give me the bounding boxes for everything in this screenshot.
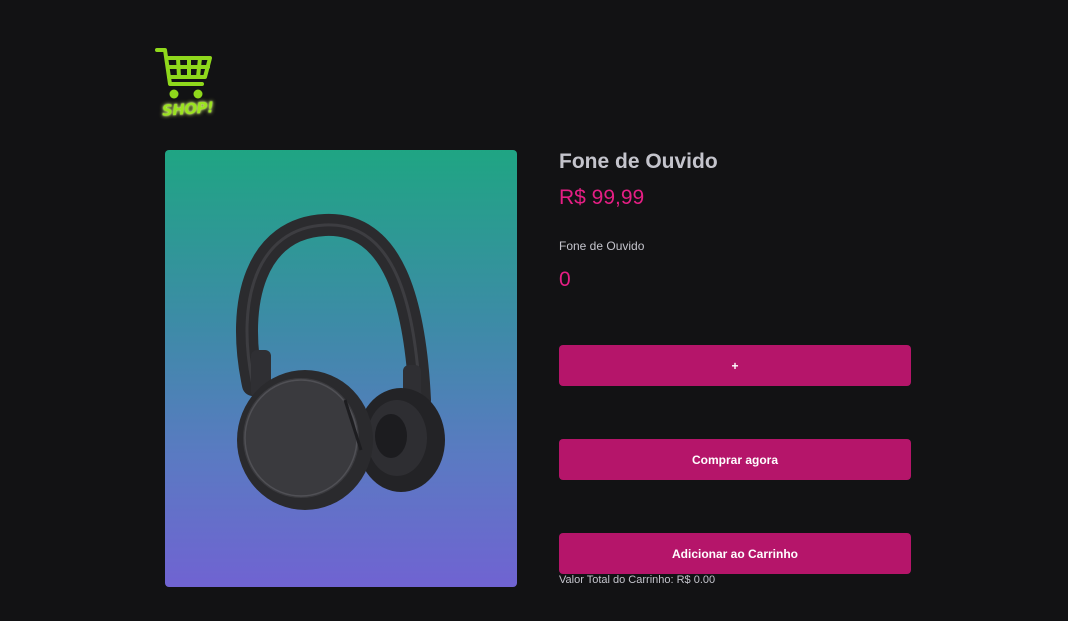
product-title: Fone de Ouvido [559,150,718,173]
product-image [165,150,517,587]
headphones-image [236,213,445,510]
product-page: SHOP! Fone de Ouvido R$ 99,99 Fone de Ou… [0,0,1068,621]
add-to-cart-button[interactable]: Adicionar ao Carrinho [559,533,911,574]
buy-now-button[interactable]: Comprar agora [559,439,911,480]
shop-logo[interactable]: SHOP! [154,44,216,122]
quantity-value: 0 [559,268,571,291]
cart-total: Valor Total do Carrinho: R$ 0.00 [559,574,716,586]
shopping-cart-icon [155,48,212,99]
product-description: Fone de Ouvido [559,239,645,253]
product-price: R$ 99,99 [559,186,645,209]
logo-text: SHOP! [161,98,215,120]
increase-quantity-button[interactable]: + [559,345,911,386]
